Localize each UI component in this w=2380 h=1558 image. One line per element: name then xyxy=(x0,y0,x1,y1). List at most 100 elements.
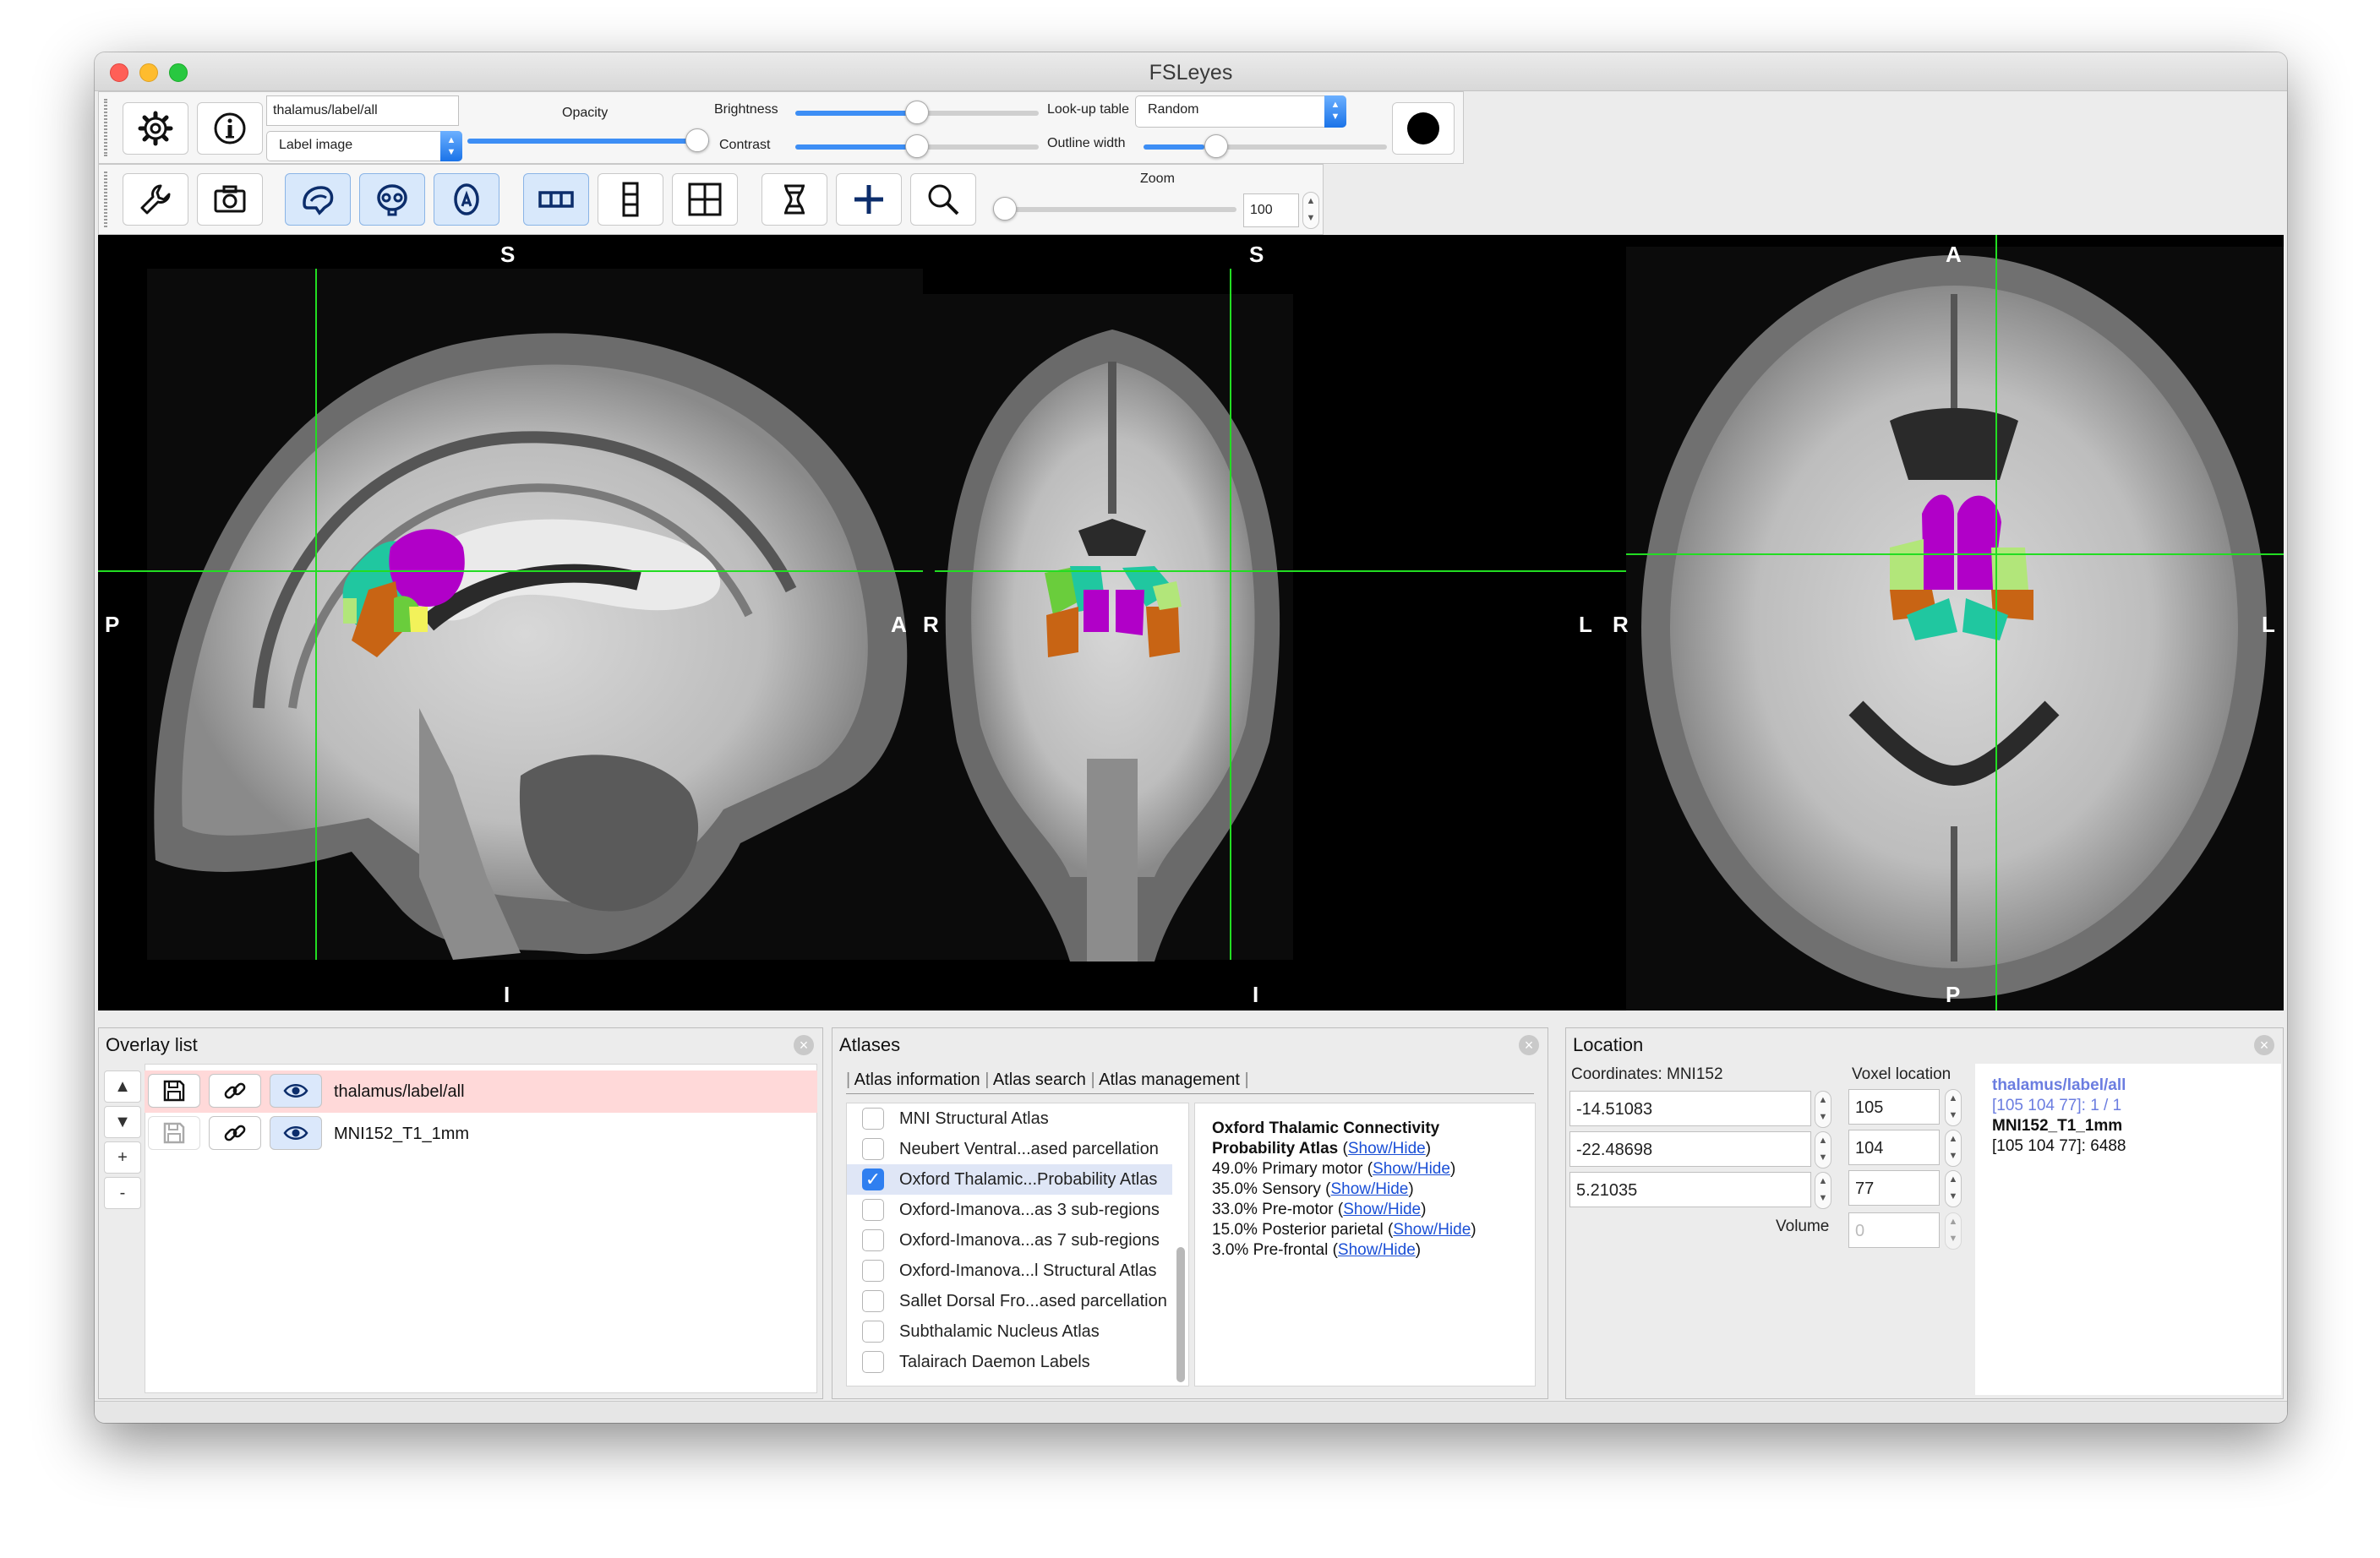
overlay-name[interactable]: MNI152_T1_1mm xyxy=(334,1125,469,1144)
voxel-y-stepper[interactable]: ▲ ▼ xyxy=(1945,1130,1962,1167)
coordinate-z-input[interactable]: 5.21035 xyxy=(1569,1172,1811,1207)
atlas-item[interactable]: Subthalamic Nucleus Atlas xyxy=(847,1316,1172,1347)
show-hide-link[interactable]: Show/Hide xyxy=(1338,1241,1416,1259)
atlas-item[interactable]: Oxford-Imanova...as 7 sub-regions xyxy=(847,1225,1172,1256)
overlay-row[interactable]: MNI152_T1_1mm xyxy=(145,1113,817,1155)
atlas-item[interactable]: MNI Structural Atlas xyxy=(847,1103,1172,1134)
atlas-checkbox[interactable] xyxy=(862,1290,884,1312)
view-settings-button[interactable] xyxy=(123,173,188,226)
tab-atlas-management[interactable]: Atlas management xyxy=(1099,1070,1240,1089)
add-overlay-button[interactable]: + xyxy=(104,1141,141,1174)
atlas-item[interactable]: Neubert Ventral...ased parcellation xyxy=(847,1134,1172,1164)
move-down-button[interactable]: ▼ xyxy=(104,1106,141,1138)
show-hide-link[interactable]: Show/Hide xyxy=(1348,1140,1426,1158)
toggle-coronal-button[interactable] xyxy=(359,173,425,226)
voxel-x-stepper[interactable]: ▲ ▼ xyxy=(1945,1089,1962,1126)
tab-atlas-information[interactable]: Atlas information xyxy=(854,1070,980,1089)
close-icon[interactable]: × xyxy=(2254,1035,2274,1055)
contrast-slider-knob[interactable] xyxy=(905,134,929,158)
sagittal-slice[interactable] xyxy=(98,269,935,960)
status-bar xyxy=(95,1401,2287,1423)
zoom-input[interactable]: 100 xyxy=(1243,193,1299,227)
voxel-y-input[interactable]: 104 xyxy=(1848,1130,1940,1165)
atlas-checkbox[interactable]: ✓ xyxy=(862,1168,884,1190)
brightness-slider[interactable] xyxy=(795,101,1039,124)
info-button[interactable] xyxy=(197,102,263,155)
atlas-item[interactable]: Oxford-Imanova...l Structural Atlas xyxy=(847,1256,1172,1286)
vertical-layout-button[interactable] xyxy=(598,173,663,226)
lut-value: Random xyxy=(1148,102,1199,117)
atlas-checkbox[interactable] xyxy=(862,1351,884,1373)
zoom-stepper[interactable]: ▲ ▼ xyxy=(1302,192,1319,229)
coordinates-label: Coordinates: MNI152 xyxy=(1571,1065,1723,1083)
contrast-slider[interactable] xyxy=(795,134,1039,158)
atlas-checkbox[interactable] xyxy=(862,1108,884,1130)
move-up-button[interactable]: ▲ xyxy=(104,1070,141,1103)
atlas-info-entry: 15.0% Posterior parietal (Show/Hide) xyxy=(1212,1221,1477,1239)
opacity-slider[interactable] xyxy=(467,128,709,152)
show-hide-link[interactable]: Show/Hide xyxy=(1393,1221,1471,1239)
coronal-slice[interactable] xyxy=(923,269,1645,961)
link-overlay-button[interactable] xyxy=(209,1116,261,1150)
color-button[interactable] xyxy=(1392,102,1455,155)
grid-layout-button[interactable] xyxy=(672,173,738,226)
atlas-item[interactable]: Sallet Dorsal Fro...ased parcellation xyxy=(847,1286,1172,1316)
atlas-checkbox[interactable] xyxy=(862,1138,884,1160)
toggle-visibility-button[interactable] xyxy=(270,1116,322,1150)
toggle-axial-button[interactable] xyxy=(434,173,499,226)
coordinate-x-stepper[interactable]: ▲ ▼ xyxy=(1815,1091,1831,1128)
movie-mode-button[interactable] xyxy=(761,173,827,226)
volume-stepper[interactable]: ▲ ▼ xyxy=(1945,1212,1962,1250)
coordinate-x-input[interactable]: -14.51083 xyxy=(1569,1091,1811,1126)
voxel-x-input[interactable]: 105 xyxy=(1848,1089,1940,1125)
overlay-row[interactable]: thalamus/label/all xyxy=(145,1070,817,1113)
toggle-sagittal-button[interactable] xyxy=(285,173,351,226)
tab-atlas-search[interactable]: Atlas search xyxy=(993,1070,1086,1089)
lut-select[interactable]: Random ▲ ▼ xyxy=(1135,95,1346,128)
atlas-checkbox[interactable] xyxy=(862,1199,884,1221)
ortho-viewer[interactable]: S I P A S I R L A P R L xyxy=(98,235,2284,1011)
atlas-item[interactable]: ✓ Oxford Thalamic...Probability Atlas xyxy=(847,1164,1172,1195)
show-hide-link[interactable]: Show/Hide xyxy=(1373,1160,1450,1178)
coordinate-z-stepper[interactable]: ▲ ▼ xyxy=(1815,1172,1831,1209)
voxel-z-input[interactable]: 77 xyxy=(1848,1170,1940,1206)
toolbar-grip[interactable] xyxy=(104,172,107,227)
close-icon[interactable]: × xyxy=(794,1035,814,1055)
zoom-mode-button[interactable] xyxy=(910,173,976,226)
coordinate-y-stepper[interactable]: ▲ ▼ xyxy=(1815,1131,1831,1168)
zoom-slider-knob[interactable] xyxy=(993,197,1017,221)
show-hide-link[interactable]: Show/Hide xyxy=(1343,1201,1421,1218)
overlay-type-select[interactable]: Label image ▲ ▼ xyxy=(266,131,462,161)
overlay-name-field[interactable]: thalamus/label/all xyxy=(266,95,459,126)
outline-width-slider[interactable] xyxy=(1144,134,1387,158)
opacity-slider-knob[interactable] xyxy=(685,128,709,152)
atlas-item[interactable]: Talairach Daemon Labels xyxy=(847,1347,1172,1377)
coordinate-y-input[interactable]: -22.48698 xyxy=(1569,1131,1811,1167)
axial-slice[interactable] xyxy=(1626,235,2284,1011)
atlas-item[interactable]: Oxford-Imanova...as 3 sub-regions xyxy=(847,1195,1172,1225)
zoom-slider[interactable] xyxy=(993,197,1236,221)
toggle-visibility-button[interactable] xyxy=(270,1074,322,1108)
voxel-z-stepper[interactable]: ▲ ▼ xyxy=(1945,1170,1962,1207)
atlas-checkbox[interactable] xyxy=(862,1321,884,1343)
screenshot-button[interactable] xyxy=(197,173,263,226)
show-hide-link[interactable]: Show/Hide xyxy=(1330,1180,1408,1198)
volume-input[interactable]: 0 xyxy=(1848,1212,1940,1248)
remove-overlay-button[interactable]: - xyxy=(104,1177,141,1209)
overlay-name[interactable]: thalamus/label/all xyxy=(334,1082,465,1102)
close-icon[interactable]: × xyxy=(1519,1035,1539,1055)
brightness-slider-knob[interactable] xyxy=(905,101,929,124)
save-overlay-button[interactable] xyxy=(148,1116,200,1150)
viewer-canvas[interactable] xyxy=(98,235,2284,1011)
atlas-checkbox[interactable] xyxy=(862,1229,884,1251)
toggle-cursor-button[interactable] xyxy=(836,173,902,226)
axial-label-right: L xyxy=(2262,612,2275,637)
toolbar-grip[interactable] xyxy=(104,99,107,156)
outline-width-slider-knob[interactable] xyxy=(1204,134,1228,158)
atlas-list-scrollbar[interactable] xyxy=(1176,1247,1185,1382)
atlas-checkbox[interactable] xyxy=(862,1260,884,1282)
settings-button[interactable] xyxy=(123,102,188,155)
horizontal-layout-button[interactable] xyxy=(523,173,589,226)
link-overlay-button[interactable] xyxy=(209,1074,261,1108)
save-overlay-button[interactable] xyxy=(148,1074,200,1108)
